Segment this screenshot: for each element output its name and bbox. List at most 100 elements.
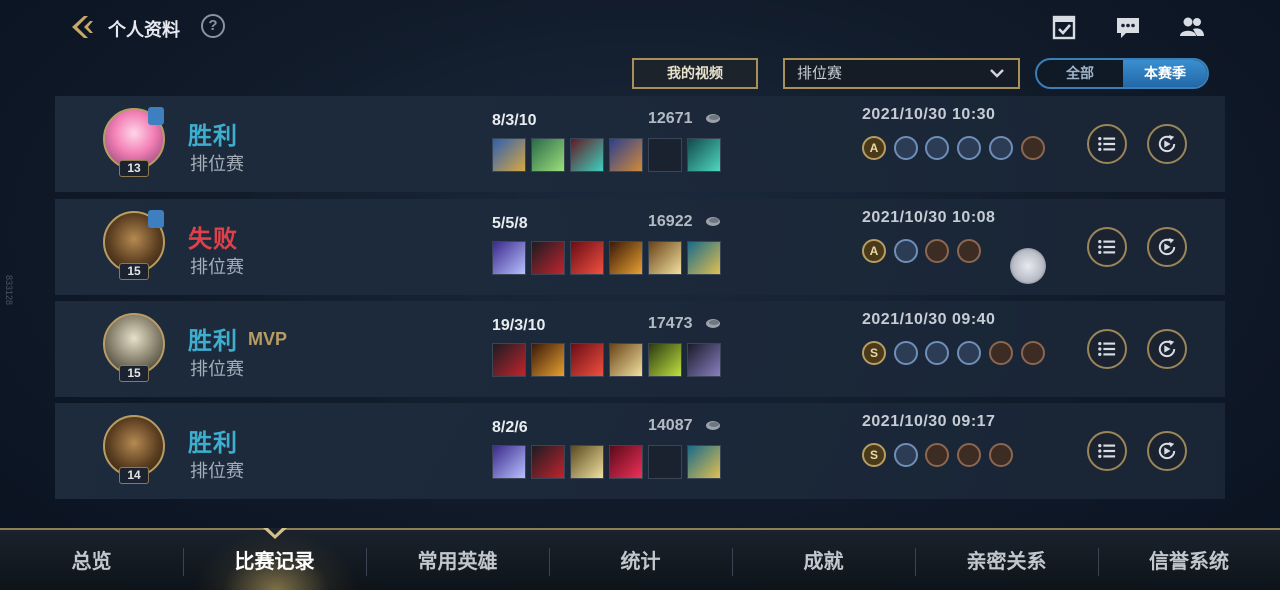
item-icon xyxy=(492,138,526,172)
match-datetime: 2021/10/30 09:17 xyxy=(862,413,996,430)
game-mode-dropdown[interactable]: 排位赛 xyxy=(783,58,1020,89)
item-icon xyxy=(609,445,643,479)
achievement-badge-icon xyxy=(957,443,981,467)
replay-button[interactable] xyxy=(1147,227,1187,267)
help-button[interactable]: ? xyxy=(201,14,225,38)
tab-reputation[interactable]: 信誉系统 xyxy=(1098,530,1280,590)
season-toggle: 全部 本赛季 xyxy=(1035,58,1209,89)
tab-match-history[interactable]: 比赛记录 xyxy=(183,530,366,590)
item-icon xyxy=(609,138,643,172)
chat-icon[interactable] xyxy=(1115,14,1141,40)
item-build xyxy=(492,138,732,172)
match-row[interactable]: 15 胜利 MVP 排位赛 19/3/10 17473 2021/10/30 0… xyxy=(55,301,1225,397)
item-icon xyxy=(531,138,565,172)
achievement-badge-icon xyxy=(989,341,1013,365)
item-icon xyxy=(531,343,565,377)
kda: 8/3/10 xyxy=(492,112,537,129)
achievement-badge-icon xyxy=(925,239,949,263)
rating-badge: S xyxy=(862,443,886,467)
achievement-badge-icon xyxy=(957,239,981,263)
achievement-badge-icon xyxy=(1021,136,1045,160)
achievement-badge-icon xyxy=(925,136,949,160)
match-row[interactable]: 14 胜利 排位赛 8/2/6 14087 2021/10/30 09:17 S xyxy=(55,403,1225,499)
item-icon xyxy=(492,343,526,377)
match-datetime: 2021/10/30 09:40 xyxy=(862,311,996,328)
tab-statistics[interactable]: 统计 xyxy=(549,530,732,590)
match-datetime: 2021/10/30 10:30 xyxy=(862,106,996,123)
page-title: 个人资料 xyxy=(108,20,180,40)
kda: 19/3/10 xyxy=(492,317,546,334)
gold-amount: 17473 xyxy=(648,315,693,332)
item-icon xyxy=(687,241,721,275)
rating-badge: S xyxy=(862,341,886,365)
achievement-badge-icon xyxy=(957,341,981,365)
match-row[interactable]: 13 胜利 排位赛 8/3/10 12671 2021/10/30 10:30 … xyxy=(55,96,1225,192)
item-icon xyxy=(648,343,682,377)
item-icon xyxy=(648,241,682,275)
rating-badge: A xyxy=(862,239,886,263)
tab-overview[interactable]: 总览 xyxy=(0,530,183,590)
match-datetime: 2021/10/30 10:08 xyxy=(862,209,996,226)
achievement-badge-icon xyxy=(957,136,981,160)
match-details-button[interactable] xyxy=(1087,227,1127,267)
item-slot-empty xyxy=(648,445,682,479)
kda: 8/2/6 xyxy=(492,419,528,436)
item-build xyxy=(492,343,732,377)
game-mode-value: 排位赛 xyxy=(797,65,843,82)
match-mode: 排位赛 xyxy=(190,154,244,174)
back-arrow-icon[interactable] xyxy=(66,12,96,42)
match-details-button[interactable] xyxy=(1087,124,1127,164)
achievement-badge-icon xyxy=(894,136,918,160)
side-tag: 833128 xyxy=(4,275,14,306)
friends-icon[interactable] xyxy=(1179,14,1205,40)
match-row[interactable]: 15 失败 排位赛 5/5/8 16922 2021/10/30 10:08 A xyxy=(55,199,1225,295)
achievement-badge-icon xyxy=(894,443,918,467)
gold-amount: 12671 xyxy=(648,110,693,127)
replay-button[interactable] xyxy=(1147,431,1187,471)
gold-amount: 14087 xyxy=(648,417,693,434)
task-checklist-icon[interactable] xyxy=(1051,14,1077,40)
hero-level: 13 xyxy=(119,160,149,177)
hero-level: 15 xyxy=(119,365,149,382)
achievement-badge-icon xyxy=(989,443,1013,467)
item-icon xyxy=(570,138,604,172)
item-icon xyxy=(687,343,721,377)
item-icon xyxy=(570,343,604,377)
achievement-badge-icon xyxy=(894,341,918,365)
gold-coin-icon xyxy=(706,114,720,123)
tab-achievements[interactable]: 成就 xyxy=(732,530,915,590)
match-result: 胜利 xyxy=(188,123,238,150)
tab-relationships[interactable]: 亲密关系 xyxy=(915,530,1098,590)
item-icon xyxy=(531,445,565,479)
team-icon xyxy=(148,107,164,125)
toggle-all[interactable]: 全部 xyxy=(1037,60,1123,87)
my-videos-button[interactable]: 我的视频 xyxy=(632,58,758,89)
item-icon xyxy=(687,445,721,479)
touch-indicator xyxy=(1010,248,1046,284)
gold-coin-icon xyxy=(706,421,720,430)
gold-amount: 16922 xyxy=(648,213,693,230)
item-build xyxy=(492,241,732,275)
hero-level: 15 xyxy=(119,263,149,280)
toggle-this-season[interactable]: 本赛季 xyxy=(1123,60,1207,87)
achievement-badges: A xyxy=(862,136,1062,162)
match-details-button[interactable] xyxy=(1087,329,1127,369)
item-icon xyxy=(531,241,565,275)
match-mode: 排位赛 xyxy=(190,257,244,277)
achievement-badge-icon xyxy=(1021,341,1045,365)
item-icon xyxy=(492,445,526,479)
achievement-badge-icon xyxy=(925,443,949,467)
gold-coin-icon xyxy=(706,319,720,328)
rating-badge: A xyxy=(862,136,886,160)
replay-button[interactable] xyxy=(1147,124,1187,164)
achievement-badges: S xyxy=(862,341,1062,367)
match-details-button[interactable] xyxy=(1087,431,1127,471)
achievement-badge-icon xyxy=(989,136,1013,160)
match-result: 胜利 xyxy=(188,328,238,355)
match-result: 失败 xyxy=(188,226,238,253)
replay-button[interactable] xyxy=(1147,329,1187,369)
mvp-label: MVP xyxy=(248,329,288,349)
top-bar: 个人资料 ? xyxy=(0,0,1280,52)
item-icon xyxy=(492,241,526,275)
tab-frequent-heroes[interactable]: 常用英雄 xyxy=(366,530,549,590)
